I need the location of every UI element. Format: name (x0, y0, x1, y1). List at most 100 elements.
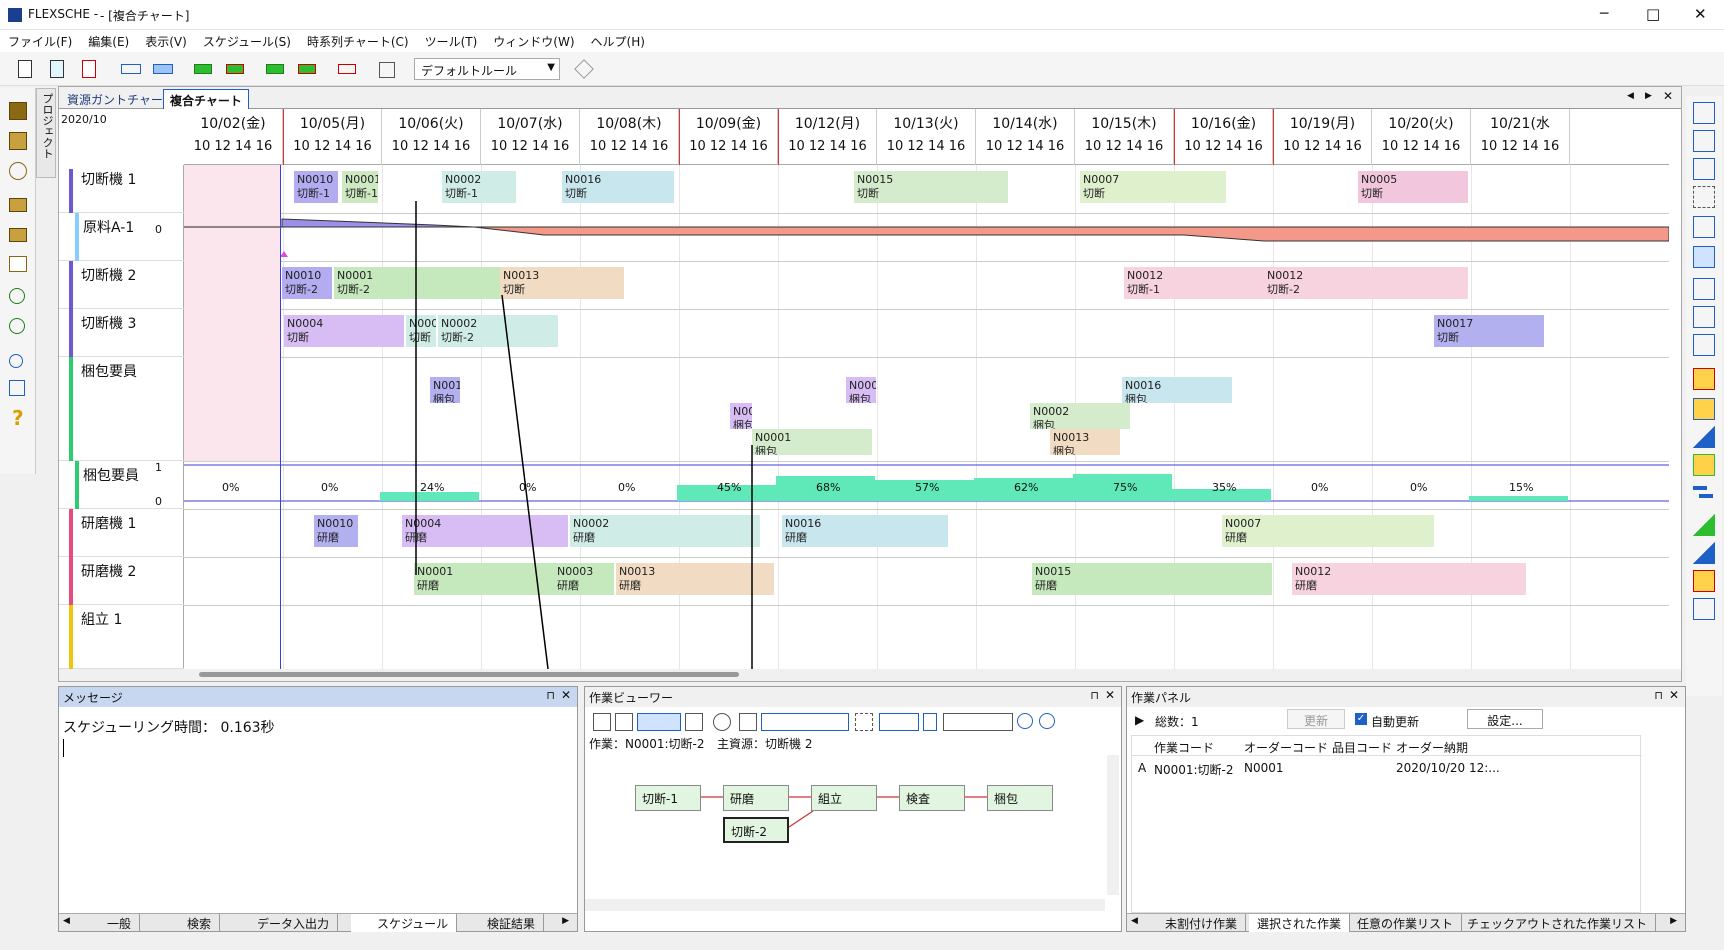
help-icon[interactable]: ? (12, 406, 24, 430)
tools-icon[interactable] (572, 57, 596, 81)
process-node-grind[interactable]: 研磨 (723, 785, 789, 811)
scroll-thumb[interactable] (199, 672, 739, 677)
tab-composite-chart[interactable]: 複合チャート (163, 89, 249, 109)
windows-icon[interactable] (1693, 278, 1715, 300)
row-label-packing-load[interactable]: 梱包要員 1 0 (59, 461, 184, 509)
row-label-material-a1[interactable]: 原料A-1 0 (59, 213, 184, 261)
project-side-tab[interactable]: プロジェクト (36, 88, 56, 178)
tab-verification[interactable]: 検証結果 (461, 914, 545, 932)
tab-checked-out[interactable]: チェックアウトされた作業リスト (1459, 914, 1657, 932)
tab-unassigned[interactable]: 未割付け作業 (1147, 914, 1247, 932)
data-settings-3-icon[interactable] (78, 57, 102, 81)
panel-close-icon[interactable]: ✕ (1105, 688, 1115, 702)
tab-search[interactable]: 検索 (161, 914, 221, 932)
col-order-due[interactable]: オーダー納期 (1396, 739, 1468, 756)
print-preview-icon[interactable] (9, 256, 27, 272)
tab-schedule[interactable]: スケジュール (351, 914, 458, 932)
col-order-code[interactable]: オーダーコード (1244, 739, 1328, 756)
window-icon[interactable] (1693, 130, 1715, 152)
delete-bar-icon[interactable] (334, 57, 358, 81)
green-bar-icon[interactable] (190, 57, 214, 81)
horizontal-scrollbar[interactable] (59, 669, 1681, 681)
layout-icon[interactable] (593, 713, 611, 731)
tree-icon[interactable] (615, 713, 633, 731)
col-task-code[interactable]: 作業コード (1154, 739, 1214, 756)
network-icon[interactable] (637, 713, 681, 731)
col-item-code[interactable]: 品目コード (1332, 739, 1392, 756)
split-horizontal-icon[interactable] (1693, 334, 1715, 356)
fullscreen-icon[interactable] (1693, 186, 1715, 208)
panel-close-icon[interactable]: ✕ (561, 688, 571, 702)
close-pane-icon[interactable] (1693, 102, 1715, 124)
unassign-icon[interactable] (118, 57, 142, 81)
tabs-right-icon[interactable]: ▶ (1670, 916, 1677, 926)
redo-icon[interactable] (9, 318, 25, 334)
minimize-button[interactable]: ─ (1600, 6, 1608, 22)
pin-icon[interactable]: ⊓ (546, 689, 555, 702)
menu-window[interactable]: ウィンドウ(W) (485, 30, 582, 53)
maximize-button[interactable]: □ (1646, 5, 1660, 23)
bar-chart-icon[interactable] (1693, 454, 1715, 476)
close-button[interactable]: ✕ (1694, 5, 1707, 23)
process-node-inspect[interactable]: 検査 (899, 785, 965, 811)
row-label-grinder-1[interactable]: 研磨機 1 (59, 509, 184, 557)
zoom-in-icon[interactable] (1017, 713, 1033, 729)
row-label-grinder-2[interactable]: 研磨機 2 (59, 557, 184, 605)
tab-data-io[interactable]: データ入出力 (231, 914, 339, 932)
auto-update-checkbox[interactable]: ✓ (1355, 713, 1367, 725)
tab-scroll-left-icon[interactable]: ◀ (1627, 91, 1634, 101)
print-icon[interactable] (9, 198, 27, 212)
mixed-chart-icon[interactable] (1693, 570, 1715, 592)
target-icon[interactable] (713, 713, 731, 731)
panel-close-icon[interactable]: ✕ (1669, 688, 1679, 702)
tabs-left-icon[interactable]: ◀ (1131, 916, 1138, 926)
tab-selected[interactable]: 選択された作業 (1249, 914, 1351, 932)
row-label-cutter-3[interactable]: 切断機 3 (59, 309, 184, 357)
row-label-packing-staff[interactable]: 梱包要員 (59, 357, 184, 461)
menu-view[interactable]: 表示(V) (137, 30, 195, 53)
data-settings-2-icon[interactable] (46, 57, 70, 81)
process-node-cut-1[interactable]: 切断-1 (635, 785, 701, 811)
play-icon[interactable]: ▶ (1135, 713, 1144, 727)
save-icon[interactable] (9, 102, 27, 120)
v-zoom-icon[interactable] (923, 713, 937, 731)
viewer-vscroll[interactable] (1107, 755, 1119, 895)
row-label-cutter-1[interactable]: 切断機 1 (59, 165, 184, 213)
menu-edit[interactable]: 編集(E) (80, 30, 137, 53)
menu-schedule[interactable]: スケジュール(S) (195, 30, 299, 53)
list-icon[interactable] (739, 713, 757, 731)
zoom-out-icon[interactable] (1039, 713, 1055, 729)
green-bar-2-icon[interactable] (262, 57, 286, 81)
find-in-files-icon[interactable] (9, 380, 25, 396)
assign-icon[interactable] (150, 57, 174, 81)
stock-chart-2-icon[interactable] (1693, 542, 1715, 564)
timeline-icon[interactable] (1693, 482, 1715, 504)
process-node-pack[interactable]: 梱包 (987, 785, 1053, 811)
menu-file[interactable]: ファイル(F) (0, 30, 80, 53)
tabs-right-icon[interactable]: ▶ (562, 916, 569, 926)
search-icon[interactable] (9, 354, 23, 368)
tile-icon[interactable] (1693, 216, 1715, 238)
update-button[interactable]: 更新 (1287, 709, 1345, 729)
single-window-icon[interactable] (1693, 246, 1715, 268)
hierarchy-icon[interactable] (374, 57, 398, 81)
menu-help[interactable]: ヘルプ(H) (583, 30, 653, 53)
green-bar-x-2-icon[interactable] (294, 57, 318, 81)
h-zoom-icon[interactable] (879, 713, 919, 731)
cascade-icon[interactable] (1693, 158, 1715, 180)
save-as-icon[interactable] (9, 132, 27, 150)
split-vertical-icon[interactable] (1693, 306, 1715, 328)
area-chart-icon[interactable] (1693, 426, 1715, 448)
gantt-icon[interactable] (1693, 368, 1715, 390)
menu-timeseries-chart[interactable]: 時系列チャート(C) (299, 30, 417, 53)
tab-general[interactable]: 一般 (81, 914, 141, 932)
stock-chart-icon[interactable] (1693, 514, 1715, 536)
fit-icon[interactable] (855, 713, 873, 731)
expand-links-icon[interactable] (761, 713, 849, 731)
viewer-hscroll[interactable] (585, 899, 1105, 911)
list-chart-icon[interactable] (1693, 598, 1715, 620)
align-icon[interactable] (943, 713, 1013, 731)
process-node-assemble[interactable]: 組立 (811, 785, 877, 811)
tab-any-list[interactable]: 任意の作業リスト (1349, 914, 1463, 932)
table-row[interactable]: A N0001:切断-2 N0001 2020/10/20 12:... (1132, 758, 1642, 778)
